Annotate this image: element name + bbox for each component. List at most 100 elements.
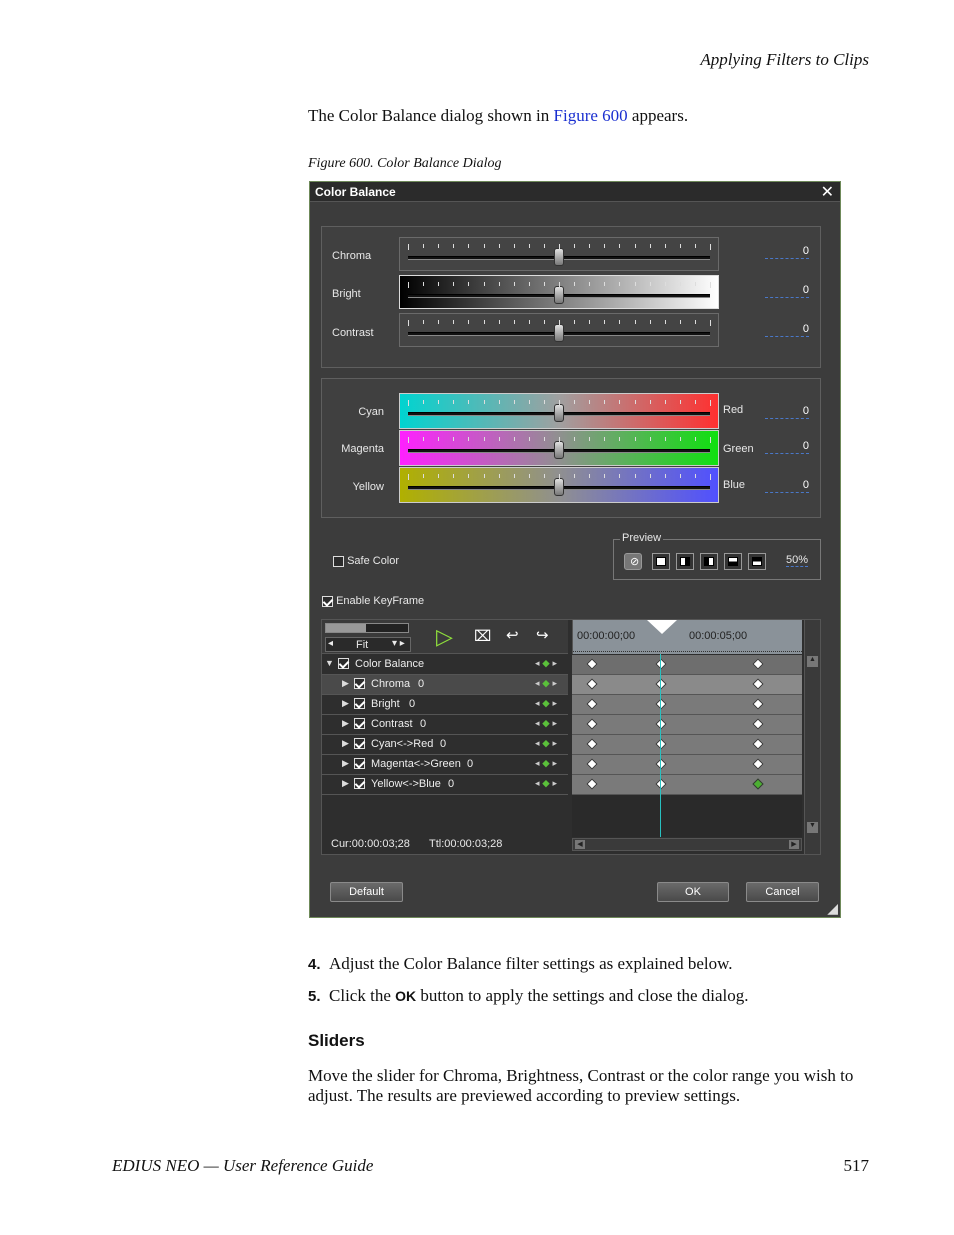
resize-grip-icon[interactable]: ◢ [827,900,838,917]
keyframe-nav[interactable]: ◂◆▸ [535,778,560,789]
yellow-blue-value[interactable]: 0 [765,479,809,493]
keyframe-marker[interactable] [752,698,764,710]
keyframe-marker[interactable] [752,678,764,690]
track-value[interactable]: 0 [448,778,454,790]
keyframe-marker[interactable] [655,718,667,730]
scroll-down-icon[interactable]: ▼ [807,822,818,833]
keyframe-marker[interactable] [752,718,764,730]
keyframe-marker[interactable] [655,658,667,670]
track-checkbox[interactable] [354,738,365,749]
keyframe-marker[interactable] [655,738,667,750]
zoom-select[interactable]: ◂ Fit ▾ ▸ [325,637,411,652]
playhead-icon[interactable] [647,620,677,634]
track-value[interactable]: 0 [440,738,446,750]
track-checkbox[interactable] [354,718,365,729]
ok-button[interactable]: OK [657,882,729,902]
chroma-slider[interactable] [399,237,719,271]
keyframe-marker[interactable] [655,678,667,690]
expand-icon[interactable]: ▶ [342,758,349,769]
default-button[interactable]: Default [330,882,403,902]
yellow-blue-slider-thumb[interactable] [554,478,564,496]
chroma-slider-thumb[interactable] [554,248,564,266]
keyframe-marker[interactable] [655,778,667,790]
keyframe-marker[interactable] [752,738,764,750]
keyframe-area[interactable] [572,655,802,795]
keyframe-marker[interactable] [586,778,598,790]
track-checkbox[interactable] [354,698,365,709]
scroll-up-icon[interactable]: ▲ [807,656,818,667]
preview-split-top-icon[interactable] [724,553,742,570]
keyframe-marker[interactable] [586,658,598,670]
timeline-ruler[interactable]: 00:00:00;00 00:00:05;00 [572,620,802,654]
track-checkbox[interactable] [354,758,365,769]
bright-slider[interactable] [399,275,719,309]
expand-icon[interactable]: ▶ [342,698,349,709]
expand-icon[interactable]: ▶ [342,778,349,789]
keyframe-marker[interactable] [586,698,598,710]
cyan-red-value[interactable]: 0 [765,405,809,419]
track-row[interactable]: ▼ Color Balance ◂◆▸ [322,655,568,675]
add-keyframe-icon[interactable]: ⌧ [474,627,491,645]
keyframe-nav[interactable]: ◂◆▸ [535,678,560,689]
track-row[interactable]: ▶ Chroma 0 ◂◆▸ [322,675,568,695]
magenta-green-slider-thumb[interactable] [554,441,564,459]
preview-link-icon[interactable]: ⊘ [624,553,642,570]
collapse-icon[interactable]: ▼ [325,658,334,668]
preview-split-right-icon[interactable] [700,553,718,570]
cyan-red-slider[interactable] [399,393,719,429]
scroll-right-icon[interactable]: ▶ [789,840,799,849]
track-value[interactable]: 0 [409,698,415,710]
play-icon[interactable]: ▷ [436,624,453,650]
expand-icon[interactable]: ▶ [342,718,349,729]
prev-keyframe-icon[interactable]: ↩ [506,626,519,644]
track-row[interactable]: ▶ Cyan<->Red 0 ◂◆▸ [322,735,568,755]
safe-color-checkbox[interactable] [333,555,344,567]
enable-keyframe-option[interactable]: Enable KeyFrame [322,595,424,607]
preview-full-icon[interactable] [652,553,670,570]
track-checkbox[interactable] [354,778,365,789]
track-value[interactable]: 0 [418,678,424,690]
keyframe-marker[interactable] [655,758,667,770]
keyframe-nav[interactable]: ◂◆▸ [535,718,560,729]
scroll-left-icon[interactable]: ◀ [575,840,585,849]
expand-icon[interactable]: ▶ [342,678,349,689]
track-row[interactable]: ▶ Magenta<->Green 0 ◂◆▸ [322,755,568,775]
contrast-slider[interactable] [399,313,719,347]
next-keyframe-icon[interactable]: ↪ [536,626,549,644]
contrast-slider-thumb[interactable] [554,324,564,342]
bright-slider-thumb[interactable] [554,286,564,304]
keyframe-marker[interactable] [586,758,598,770]
bright-value[interactable]: 0 [765,284,809,298]
enable-keyframe-checkbox[interactable] [322,595,333,607]
preview-zoom[interactable]: 50% [786,554,809,567]
expand-icon[interactable]: ▶ [342,738,349,749]
keyframe-nav[interactable]: ◂◆▸ [535,758,560,769]
keyframe-marker[interactable] [586,718,598,730]
track-row[interactable]: ▶ Bright 0 ◂◆▸ [322,695,568,715]
keyframe-marker[interactable] [586,738,598,750]
keyframe-marker[interactable] [752,658,764,670]
track-value[interactable]: 0 [420,718,426,730]
preview-split-left-icon[interactable] [676,553,694,570]
keyframe-marker[interactable] [586,678,598,690]
magenta-green-value[interactable]: 0 [765,440,809,454]
cancel-button[interactable]: Cancel [746,882,819,902]
keyframe-nav[interactable]: ◂◆▸ [535,658,560,669]
track-value[interactable]: 0 [467,758,473,770]
contrast-value[interactable]: 0 [765,323,809,337]
magenta-green-slider[interactable] [399,430,719,466]
track-row[interactable]: ▶ Yellow<->Blue 0 ◂◆▸ [322,775,568,795]
cyan-red-slider-thumb[interactable] [554,404,564,422]
preview-split-bottom-icon[interactable] [748,553,766,570]
yellow-blue-slider[interactable] [399,467,719,503]
keyframe-nav[interactable]: ◂◆▸ [535,698,560,709]
keyframe-marker[interactable] [655,698,667,710]
track-row[interactable]: ▶ Contrast 0 ◂◆▸ [322,715,568,735]
chroma-value[interactable]: 0 [765,245,809,259]
keyframe-nav[interactable]: ◂◆▸ [535,738,560,749]
keyframe-marker-selected[interactable] [752,778,764,790]
safe-color-option[interactable]: Safe Color [333,555,399,567]
vertical-scrollbar[interactable]: ▲ ▼ [804,620,820,854]
track-checkbox[interactable] [338,658,349,669]
track-checkbox[interactable] [354,678,365,689]
